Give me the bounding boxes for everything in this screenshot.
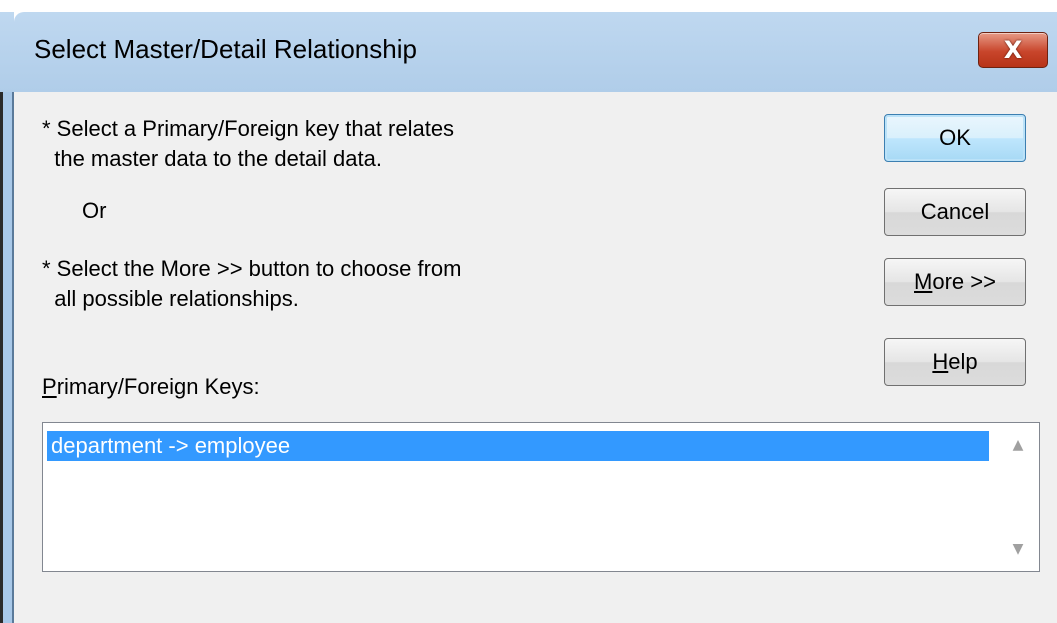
scroll-down-arrow-icon[interactable]: ▼ — [997, 529, 1039, 569]
more-mnemonic: M — [914, 269, 933, 294]
ok-button[interactable]: OK — [884, 114, 1026, 162]
more-rest: ore >> — [932, 269, 996, 294]
primary-foreign-keys-label: Primary/Foreign Keys: — [42, 372, 260, 402]
help-button[interactable]: Help — [884, 338, 1026, 386]
title-bar[interactable]: Select Master/Detail Relationship X — [0, 12, 1057, 92]
instruction-line-1b: the master data to the detail data. — [42, 146, 382, 171]
help-rest: elp — [948, 349, 978, 374]
help-mnemonic: H — [932, 349, 949, 374]
primary-foreign-keys-list[interactable]: department -> employee ▲ ▼ — [42, 422, 1040, 572]
instruction-line-2b: all possible relationships. — [42, 286, 299, 311]
label-mnemonic: P — [42, 374, 57, 399]
close-icon: X — [1003, 36, 1023, 64]
dialog-content: * Select a Primary/Foreign key that rela… — [14, 92, 1057, 623]
window-top-edge — [0, 0, 1057, 12]
window-left-edge — [0, 12, 3, 623]
list-scrollbar[interactable]: ▲ ▼ — [997, 423, 1039, 571]
instruction-or: Or — [82, 198, 107, 223]
list-item-selected[interactable]: department -> employee — [47, 431, 989, 461]
close-button[interactable]: X — [978, 32, 1048, 68]
more-button[interactable]: More >> — [884, 258, 1026, 306]
scroll-up-arrow-icon[interactable]: ▲ — [997, 425, 1039, 465]
instruction-line-1a: * Select a Primary/Foreign key that rela… — [42, 116, 455, 141]
window-title: Select Master/Detail Relationship — [34, 34, 417, 64]
dialog-window: Select Master/Detail Relationship X * Se… — [0, 0, 1057, 623]
cancel-button[interactable]: Cancel — [884, 188, 1026, 236]
label-rest: rimary/Foreign Keys: — [56, 374, 260, 399]
instruction-line-2a: * Select the More >> button to choose fr… — [42, 256, 462, 281]
